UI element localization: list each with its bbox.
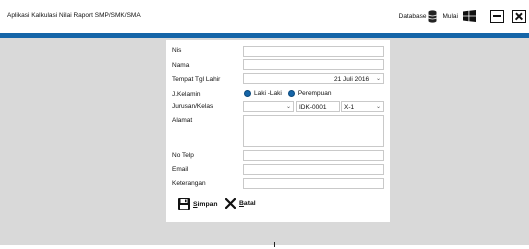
tempat-tgl-lahir-label: Tempat Tgl Lahir (172, 76, 221, 83)
radio-perempuan-label[interactable]: Perempuan (298, 90, 332, 97)
resize-mark (274, 242, 275, 247)
radio-perempuan[interactable] (287, 90, 295, 97)
status-bar (0, 245, 529, 249)
no-telp-input[interactable] (243, 150, 384, 161)
kelas-value: X-1 (344, 103, 355, 111)
batal-label: atal (243, 200, 256, 207)
nis-label: Nis (172, 47, 182, 54)
keterangan-label: Keterangan (172, 180, 206, 187)
nama-input[interactable] (243, 59, 384, 70)
database-label[interactable]: Database (399, 13, 427, 20)
minimize-icon[interactable] (490, 9, 504, 23)
mulai-label[interactable]: Mulai (442, 13, 458, 20)
jenis-kelamin-label: J.Kelamin (172, 91, 201, 98)
close-icon[interactable] (512, 9, 526, 23)
alamat-textarea[interactable] (243, 115, 384, 147)
alamat-label: Alamat (172, 117, 193, 124)
chevron-down-icon[interactable]: ⌄ (376, 75, 381, 82)
chevron-down-icon[interactable]: ⌄ (376, 103, 381, 110)
nama-label: Nama (172, 62, 190, 69)
keterangan-input[interactable] (243, 178, 384, 189)
nis-input[interactable] (243, 46, 384, 57)
gender-radio-group: Laki -Laki Perempuan (244, 90, 331, 97)
save-icon (178, 198, 190, 210)
jurusan-kelas-label: Jurusan/Kelas (172, 103, 214, 110)
no-telp-label: No Telp (172, 152, 194, 159)
jurusan-select[interactable]: ⌄ (243, 101, 294, 112)
simpan-button[interactable]: Simpan (178, 198, 218, 210)
app-title: Aplikasi Kalkulasi Nilai Raport SMP/SMK/… (7, 12, 141, 19)
radio-laki-laki[interactable] (244, 90, 251, 97)
kode-value: IDK-0001 (299, 103, 327, 111)
title-bar: Aplikasi Kalkulasi Nilai Raport SMP/SMK/… (0, 0, 529, 33)
kelas-select[interactable]: X-1 ⌄ (341, 101, 384, 112)
database-icon[interactable] (428, 9, 438, 23)
tanggal-lahir-value: 21 Juli 2016 (334, 75, 370, 83)
tanggal-lahir-picker[interactable]: 21 Juli 2016 ⌄ (243, 73, 384, 84)
title-bar-controls: Database Mulai (399, 8, 526, 24)
student-form: Nis Nama Tempat Tgl Lahir 21 Juli 2016 ⌄… (166, 40, 390, 222)
radio-laki-laki-label[interactable]: Laki -Laki (254, 90, 282, 97)
kode-select[interactable]: IDK-0001 (296, 101, 340, 112)
batal-button[interactable]: Batal (225, 198, 256, 209)
windows-icon[interactable] (463, 10, 476, 22)
email-label: Email (172, 166, 189, 173)
email-input[interactable] (243, 164, 384, 175)
simpan-label: impan (197, 200, 218, 208)
chevron-down-icon[interactable]: ⌄ (286, 103, 291, 110)
accent-bar (0, 33, 529, 38)
x-icon (225, 198, 236, 209)
